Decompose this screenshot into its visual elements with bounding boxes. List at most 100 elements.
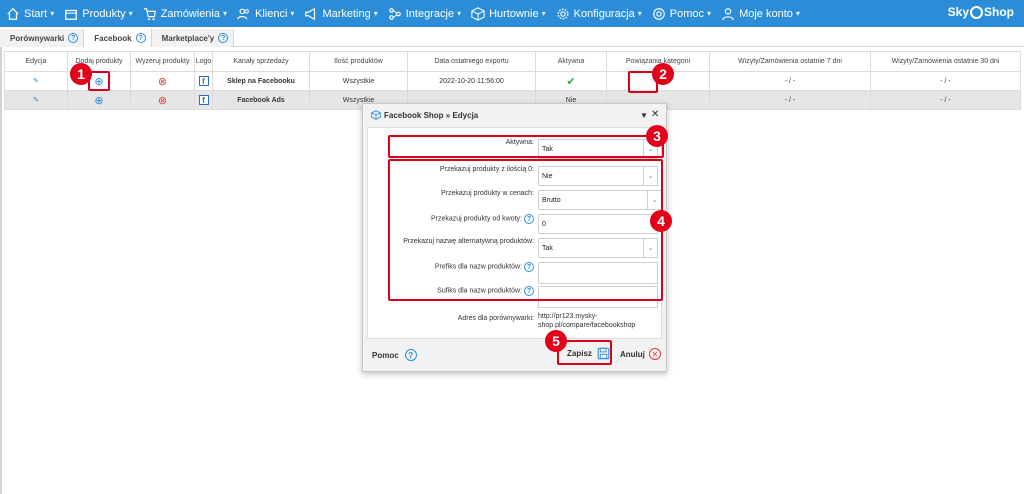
help-icon[interactable]: ?: [135, 33, 146, 43]
nav-hurtownie[interactable]: Hurtownie ▾: [465, 0, 550, 27]
chevron-down-icon: ▾: [637, 9, 642, 18]
chevron-down-icon: ▾: [50, 9, 55, 18]
help-button-label: Pomoc: [372, 350, 399, 360]
reset-circle-icon[interactable]: ⊗: [158, 95, 167, 107]
chevron-down-icon: ▾: [707, 9, 712, 18]
dialog-title: Facebook Shop » Edycja: [384, 110, 479, 120]
facebook-logo-icon: f: [198, 95, 209, 105]
top-navigation-bar: Start ▾ Produkty ▾ Zamówienia ▾ Klienci ▾ Ma…: [0, 0, 1024, 27]
address-value[interactable]: http://pr123.mysky- shop.pl/compare/face…: [538, 312, 635, 330]
brand-logo[interactable]: Sky Shop: [948, 5, 1014, 19]
nav-zamowienia[interactable]: Zamówienia ▾: [137, 0, 231, 27]
tab-porownywarki[interactable]: Porównywarki?: [0, 29, 85, 47]
cart-icon: [143, 7, 156, 20]
home-icon: [7, 7, 19, 20]
help-button[interactable]: Pomoc?: [372, 349, 417, 361]
nav-marketing-label: Marketing: [322, 7, 371, 20]
product-count: Wszystkie: [309, 71, 408, 91]
brand-ring-icon: [970, 5, 983, 19]
nav-pomoc-label: Pomoc: [669, 7, 705, 20]
dialog-header: Facebook Shop » Edycja: [363, 104, 666, 126]
nav-start[interactable]: Start ▾: [0, 0, 58, 27]
checkmark-icon: ✔: [566, 75, 576, 88]
pencil-icon[interactable]: ✎: [33, 97, 39, 104]
nav-start-label: Start: [24, 7, 48, 20]
address-label: Adres dla porównywarki:: [457, 315, 534, 322]
integration-icon: [388, 7, 401, 20]
chevron-down-icon: ▾: [290, 9, 295, 18]
tab-porownywarki-label: Porównywarki: [10, 33, 65, 43]
nav-moje-konto-label: Moje konto: [739, 7, 793, 20]
visits-30-days: - / -: [870, 71, 1021, 91]
help-icon[interactable]: ?: [218, 33, 229, 43]
dialog-footer: Pomoc? Zapisz Anuluj ✕: [363, 340, 666, 372]
channel-name: Sklep na Facebooku: [212, 71, 310, 91]
lifebuoy-icon: [652, 7, 665, 20]
nav-pomoc[interactable]: Pomoc ▾: [646, 0, 715, 27]
column-header[interactable]: Wyzeruj produkty: [130, 51, 195, 72]
chevron-down-icon: ▾: [373, 9, 378, 18]
tab-facebook-label: Facebook: [94, 33, 132, 43]
tab-marketplaces[interactable]: Marketplace'y?: [151, 29, 235, 47]
table-row: ✎ ⊕ ⊗ f Sklep na Facebooku Wszystkie 202…: [4, 71, 1021, 91]
last-export-date: 2022-10-20 11:56:00: [407, 71, 536, 91]
help-icon[interactable]: ?: [68, 33, 79, 43]
column-header[interactable]: Wizyty/Zamówienia ostatnie 30 dni: [870, 51, 1021, 72]
nav-klienci[interactable]: Klienci ▾: [231, 0, 298, 27]
close-circle-icon: ✕: [648, 348, 661, 360]
nav-moje-konto[interactable]: Moje konto ▾: [715, 0, 804, 27]
megaphone-icon: [305, 7, 316, 20]
tab-marketplaces-label: Marketplace'y: [161, 33, 215, 43]
brand-logo-left: Sky: [947, 5, 969, 19]
callout-number-1: 1: [70, 63, 92, 85]
nav-konfiguracja[interactable]: Konfiguracja ▾: [550, 0, 646, 27]
column-header[interactable]: Aktywna: [535, 51, 607, 72]
left-divider: [0, 47, 2, 494]
tab-facebook[interactable]: Facebook?: [84, 29, 152, 47]
visits-7-days: - / -: [709, 71, 871, 91]
callout-number-4: 4: [650, 210, 672, 232]
nav-produkty[interactable]: Produkty ▾: [58, 0, 136, 27]
channels-table: Edycja Dodaj produkty Wyzeruj produkty L…: [4, 51, 1021, 110]
reset-circle-icon[interactable]: ⊗: [158, 76, 167, 88]
cancel-button-label: Anuluj: [620, 349, 645, 359]
nav-hurtownie-label: Hurtownie: [489, 7, 539, 20]
chevron-down-icon: ▾: [128, 9, 133, 18]
package-icon: [371, 110, 381, 120]
pencil-icon[interactable]: ✎: [33, 78, 39, 85]
chevron-down-icon: ▾: [457, 9, 462, 18]
channel-name: Facebook Ads: [212, 90, 310, 110]
dialog-collapse-icon[interactable]: ▼: [640, 111, 648, 120]
chevron-down-icon: ▾: [541, 9, 546, 18]
column-header[interactable]: Logo: [194, 51, 213, 72]
cancel-button[interactable]: Anuluj ✕: [620, 348, 661, 360]
box-icon: [65, 9, 78, 20]
chevron-down-icon: ▾: [223, 9, 228, 18]
column-header[interactable]: Ilość produktów: [309, 51, 408, 72]
brand-logo-right: Shop: [984, 5, 1014, 19]
chevron-down-icon: ▾: [795, 9, 800, 18]
visits-7-days: - / -: [709, 90, 871, 110]
nav-produkty-label: Produkty: [82, 7, 126, 20]
column-header[interactable]: Edycja: [4, 51, 68, 72]
facebook-logo-icon: f: [198, 76, 209, 86]
add-circle-icon[interactable]: ⊕: [94, 95, 103, 107]
user-icon: [722, 7, 734, 20]
nav-integracje-label: Integracje: [405, 7, 455, 20]
column-header[interactable]: Wizyty/Zamówienia ostatnie 7 dni: [709, 51, 871, 72]
nav-marketing[interactable]: Marketing ▾: [298, 0, 381, 27]
nav-klienci-label: Klienci: [255, 7, 288, 20]
nav-integracje[interactable]: Integracje ▾: [382, 0, 465, 27]
channel-tabs: Porównywarki? Facebook? Marketplace'y?: [0, 29, 1024, 47]
address-line-1: http://pr123.mysky-: [538, 313, 598, 320]
table-header-row: Edycja Dodaj produkty Wyzeruj produkty L…: [4, 51, 1021, 72]
callout-box-export-options: [388, 159, 663, 301]
column-header[interactable]: Kanały sprzedaży: [212, 51, 310, 72]
gear-icon: [557, 7, 569, 20]
column-header[interactable]: Data ostatniego exportu: [407, 51, 536, 72]
close-icon[interactable]: ✕: [651, 109, 659, 120]
nav-konfiguracja-label: Konfiguracja: [573, 7, 635, 20]
users-icon: [237, 8, 249, 19]
callout-number-3: 3: [646, 125, 668, 147]
help-icon: ?: [404, 349, 417, 361]
